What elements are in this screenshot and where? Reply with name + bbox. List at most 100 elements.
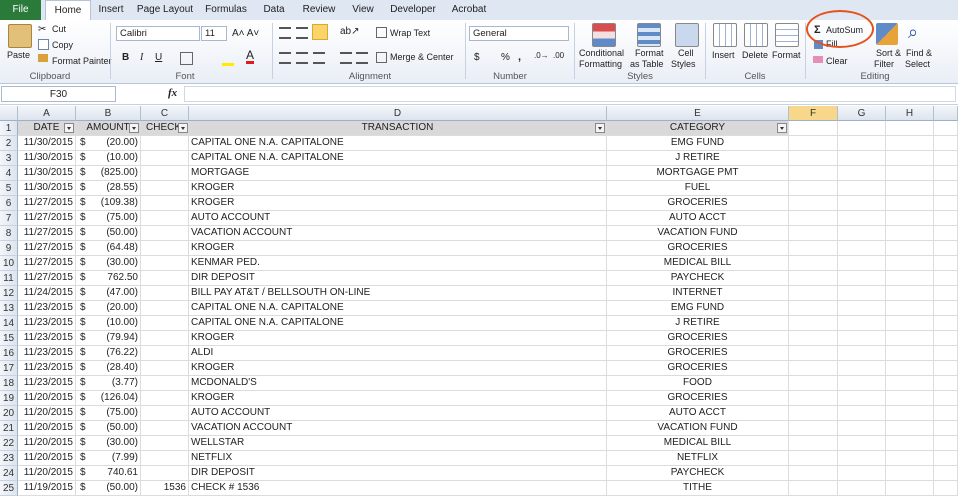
cell-amt[interactable]: $ (10.00) bbox=[76, 316, 141, 331]
cell-amt[interactable]: $ (50.00) bbox=[76, 226, 141, 241]
cell[interactable] bbox=[934, 181, 958, 196]
tab-page-layout[interactable]: Page Layout bbox=[136, 0, 194, 20]
cell-cat[interactable]: PAYCHECK bbox=[607, 466, 789, 481]
cell[interactable] bbox=[934, 436, 958, 451]
cell-cat[interactable]: J RETIRE bbox=[607, 316, 789, 331]
cell-chk[interactable] bbox=[141, 451, 189, 466]
number-format-select[interactable]: General bbox=[469, 26, 569, 41]
cell-cat[interactable]: MEDICAL BILL bbox=[607, 436, 789, 451]
cell[interactable] bbox=[886, 151, 934, 166]
tab-file[interactable]: File bbox=[0, 0, 41, 20]
worksheet-grid[interactable]: A B C D E F G H 1 DATE AMOUNT CHECK TRAN… bbox=[0, 106, 958, 500]
cell[interactable] bbox=[838, 376, 886, 391]
cell-txn[interactable]: KROGER bbox=[189, 391, 607, 406]
top-align-icon[interactable] bbox=[279, 27, 291, 39]
cell-txn[interactable]: VACATION ACCOUNT bbox=[189, 421, 607, 436]
select-all-corner[interactable] bbox=[0, 106, 18, 121]
cell-chk[interactable] bbox=[141, 136, 189, 151]
tab-data[interactable]: Data bbox=[256, 0, 292, 20]
find-select-button-line2[interactable]: Select bbox=[905, 59, 930, 69]
decrease-decimal-icon[interactable]: .00 bbox=[553, 51, 564, 60]
cell-date[interactable]: 11/27/2015 bbox=[18, 256, 76, 271]
tab-home[interactable]: Home bbox=[45, 0, 91, 21]
cell[interactable] bbox=[789, 391, 838, 406]
cell-chk[interactable] bbox=[141, 421, 189, 436]
cell[interactable] bbox=[789, 406, 838, 421]
cell[interactable] bbox=[838, 136, 886, 151]
cell[interactable] bbox=[886, 256, 934, 271]
cell[interactable] bbox=[886, 286, 934, 301]
row-header[interactable]: 16 bbox=[0, 346, 18, 361]
cell-amt[interactable]: $ (3.77) bbox=[76, 376, 141, 391]
tab-review[interactable]: Review bbox=[298, 0, 340, 20]
cell-amt[interactable]: $ (30.00) bbox=[76, 256, 141, 271]
cell-date[interactable]: 11/23/2015 bbox=[18, 376, 76, 391]
cell[interactable] bbox=[934, 376, 958, 391]
filter-button-transaction[interactable] bbox=[595, 123, 605, 133]
cell[interactable] bbox=[886, 211, 934, 226]
cell-txn[interactable]: KROGER bbox=[189, 331, 607, 346]
border-icon[interactable] bbox=[180, 52, 193, 65]
cell-cat[interactable]: GROCERIES bbox=[607, 391, 789, 406]
cell-chk[interactable] bbox=[141, 226, 189, 241]
format-as-table-button-line2[interactable]: as Table bbox=[630, 59, 663, 69]
cell[interactable] bbox=[934, 256, 958, 271]
col-header-d[interactable]: D bbox=[189, 106, 607, 121]
cell-txn[interactable]: CAPITAL ONE N.A. CAPITALONE bbox=[189, 316, 607, 331]
filter-button-category[interactable] bbox=[777, 123, 787, 133]
sort-filter-button-line2[interactable]: Filter bbox=[874, 59, 894, 69]
cell[interactable] bbox=[934, 316, 958, 331]
cell-txn[interactable]: BILL PAY AT&T / BELLSOUTH ON-LINE bbox=[189, 286, 607, 301]
cell-txn[interactable]: NETFLIX bbox=[189, 451, 607, 466]
cell-amt[interactable]: $740.61 bbox=[76, 466, 141, 481]
currency-button[interactable]: $ bbox=[474, 52, 480, 63]
cell[interactable] bbox=[838, 211, 886, 226]
cell[interactable] bbox=[934, 421, 958, 436]
cell-cat[interactable]: GROCERIES bbox=[607, 346, 789, 361]
insert-cells-button[interactable]: Insert bbox=[712, 50, 735, 60]
cell[interactable] bbox=[934, 151, 958, 166]
cell[interactable] bbox=[934, 481, 958, 496]
conditional-formatting-button-line2[interactable]: Formatting bbox=[579, 59, 622, 69]
col-header-e[interactable]: E bbox=[607, 106, 789, 121]
cell-cat[interactable]: AUTO ACCT bbox=[607, 406, 789, 421]
cell[interactable] bbox=[838, 286, 886, 301]
cell[interactable] bbox=[838, 421, 886, 436]
cell[interactable] bbox=[789, 451, 838, 466]
cell-chk[interactable] bbox=[141, 151, 189, 166]
cell[interactable] bbox=[838, 481, 886, 496]
cell-amt[interactable]: $ (75.00) bbox=[76, 211, 141, 226]
row-header[interactable]: 14 bbox=[0, 316, 18, 331]
font-size-select[interactable]: 11 bbox=[201, 26, 227, 41]
cell-amt[interactable]: $ (79.94) bbox=[76, 331, 141, 346]
wrap-text-button[interactable]: Wrap Text bbox=[390, 28, 430, 38]
cell-txn[interactable]: AUTO ACCOUNT bbox=[189, 406, 607, 421]
formula-input[interactable] bbox=[184, 86, 956, 102]
cell-date[interactable]: 11/30/2015 bbox=[18, 136, 76, 151]
cell-cat[interactable]: J RETIRE bbox=[607, 151, 789, 166]
cell-date[interactable]: 11/23/2015 bbox=[18, 346, 76, 361]
cell[interactable] bbox=[934, 406, 958, 421]
cell-chk[interactable] bbox=[141, 376, 189, 391]
cell[interactable] bbox=[838, 361, 886, 376]
cell-txn[interactable]: VACATION ACCOUNT bbox=[189, 226, 607, 241]
cell[interactable] bbox=[934, 226, 958, 241]
paste-icon[interactable] bbox=[8, 24, 32, 48]
cell-date[interactable]: 11/27/2015 bbox=[18, 271, 76, 286]
cell-date[interactable]: 11/20/2015 bbox=[18, 421, 76, 436]
cell[interactable] bbox=[886, 271, 934, 286]
find-select-button[interactable]: Find & bbox=[906, 48, 932, 58]
row-header[interactable]: 22 bbox=[0, 436, 18, 451]
middle-align-icon[interactable] bbox=[296, 27, 308, 39]
cell[interactable] bbox=[886, 166, 934, 181]
cell-chk[interactable] bbox=[141, 391, 189, 406]
cell-amt[interactable]: $ (20.00) bbox=[76, 301, 141, 316]
cell[interactable] bbox=[886, 421, 934, 436]
cell-amt[interactable]: $ (76.22) bbox=[76, 346, 141, 361]
cell-amt[interactable]: $ (7.99) bbox=[76, 451, 141, 466]
cell-date[interactable]: 11/27/2015 bbox=[18, 226, 76, 241]
cell-chk[interactable] bbox=[141, 301, 189, 316]
row-header[interactable]: 20 bbox=[0, 406, 18, 421]
cell[interactable] bbox=[838, 151, 886, 166]
cell[interactable] bbox=[789, 241, 838, 256]
